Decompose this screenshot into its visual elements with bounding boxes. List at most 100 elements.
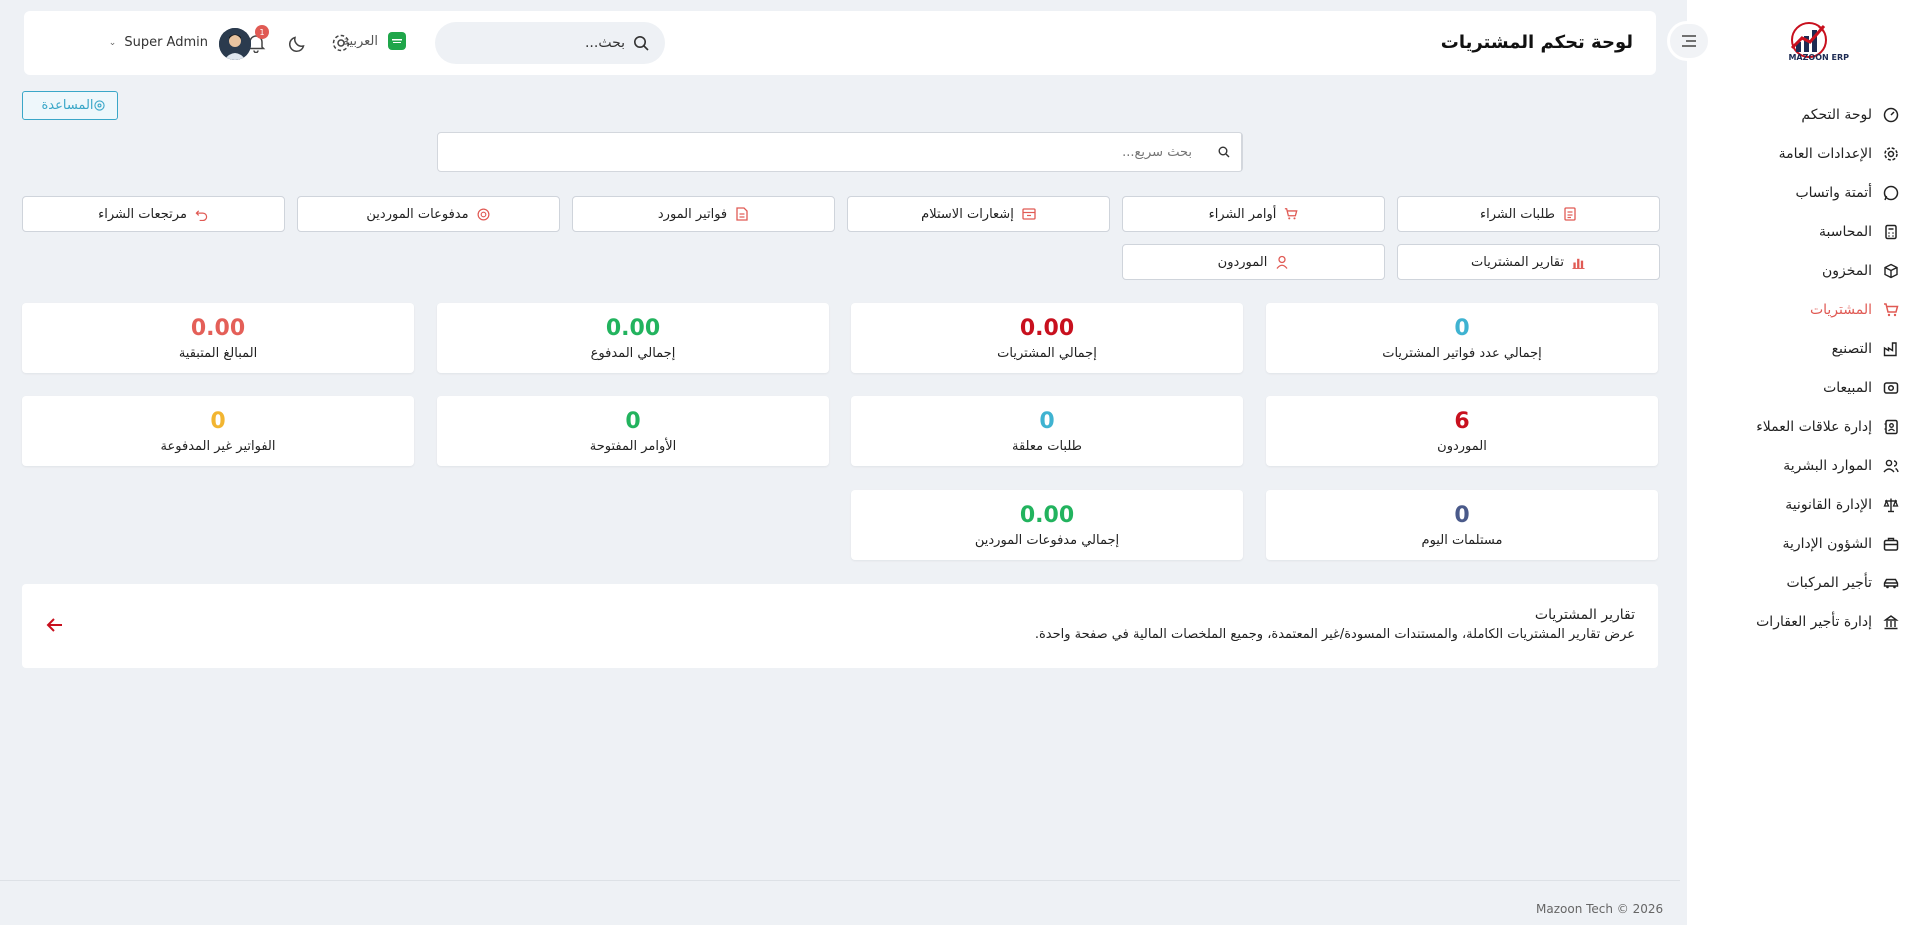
header-search[interactable] <box>435 22 665 64</box>
sidebar-item-dashboard[interactable]: لوحة التحكم <box>1687 95 1920 134</box>
user-icon <box>1275 255 1289 269</box>
document-icon <box>735 207 749 221</box>
stat-card-open-orders: 0 الأوامر المفتوحة <box>437 396 829 466</box>
sidebar-item-label: المشتريات <box>1809 301 1872 318</box>
cart-icon <box>1284 207 1298 221</box>
sidebar-item-label: إدارة علاقات العملاء <box>1756 418 1872 435</box>
bar-chart-icon <box>1572 255 1586 269</box>
purchase-reports-button[interactable]: تقارير المشتريات <box>1397 244 1660 280</box>
user-menu[interactable]: Super Admin ⌄ <box>109 35 208 50</box>
notification-badge: 1 <box>255 25 269 39</box>
sidebar-toggle-button[interactable] <box>1667 21 1711 61</box>
calculator-icon <box>1882 223 1900 241</box>
car-icon <box>1882 574 1900 592</box>
settings-button[interactable] <box>330 32 352 54</box>
stat-value: 0.00 <box>605 315 661 341</box>
user-avatar-icon <box>219 28 251 60</box>
search-icon <box>1218 146 1229 158</box>
quick-search-input[interactable] <box>438 133 1206 171</box>
sidebar-item-purchases[interactable]: المشتريات <box>1687 290 1920 329</box>
stat-label: مستلمات اليوم <box>1421 532 1503 548</box>
search-icon <box>634 36 649 51</box>
purchase-reports-panel[interactable]: تقارير المشتريات عرض تقارير المشتريات ال… <box>22 584 1658 668</box>
footer-copyright: Mazoon Tech © 2026 <box>1536 902 1664 916</box>
link-label: تقارير المشتريات <box>1471 254 1564 270</box>
sidebar-item-label: تأجير المركبات <box>1786 574 1872 591</box>
sidebar-item-property-rental[interactable]: إدارة تأجير العقارات <box>1687 602 1920 641</box>
sidebar: MAZOON ERP لوحة التحكم الإعدادات العامة … <box>1687 0 1920 925</box>
sidebar-item-whatsapp[interactable]: أتمتة واتساب <box>1687 173 1920 212</box>
stat-card-total-invoices: 0 إجمالي عدد فواتير المشتريات <box>1266 303 1658 373</box>
whatsapp-icon <box>1882 184 1900 202</box>
stat-value: 0.00 <box>1019 502 1075 528</box>
link-label: أوامر الشراء <box>1208 206 1277 222</box>
avatar[interactable] <box>219 28 251 60</box>
link-label: فواتير المورد <box>657 206 728 222</box>
theme-toggle-button[interactable] <box>287 32 309 54</box>
quick-search <box>437 132 1243 172</box>
sidebar-item-accounting[interactable]: المحاسبة <box>1687 212 1920 251</box>
report-description: عرض تقارير المشتريات الكاملة، والمستندات… <box>1034 627 1635 642</box>
logo-text: MAZOON ERP <box>1788 53 1849 62</box>
sidebar-item-label: الإدارة القانونية <box>1785 496 1872 513</box>
box-icon <box>1882 262 1900 280</box>
purchase-requests-button[interactable]: طلبات الشراء <box>1397 196 1660 232</box>
stat-label: الموردون <box>1437 438 1487 454</box>
contacts-icon <box>1882 418 1900 436</box>
help-icon <box>93 100 105 111</box>
supplier-payments-button[interactable]: مدفوعات الموردين <box>297 196 560 232</box>
building-icon <box>1882 613 1900 631</box>
help-label: المساعدة <box>41 98 94 113</box>
stat-value: 0 <box>625 408 641 434</box>
stat-card-total-paid: 0.00 إجمالي المدفوع <box>437 303 829 373</box>
arrow-left-icon[interactable] <box>44 614 66 636</box>
sidebar-item-crm[interactable]: إدارة علاقات العملاء <box>1687 407 1920 446</box>
link-label: مدفوعات الموردين <box>366 206 469 222</box>
purchase-orders-button[interactable]: أوامر الشراء <box>1122 196 1385 232</box>
stat-value: 0 <box>1039 408 1055 434</box>
sidebar-item-label: لوحة التحكم <box>1801 106 1872 123</box>
stat-value: 0 <box>210 408 226 434</box>
stat-value: 0 <box>1454 502 1470 528</box>
sidebar-item-settings[interactable]: الإعدادات العامة <box>1687 134 1920 173</box>
stat-value: 0.00 <box>1019 315 1075 341</box>
sidebar-item-hr[interactable]: الموارد البشرية <box>1687 446 1920 485</box>
gear-icon <box>332 34 350 52</box>
header-search-input[interactable] <box>455 35 625 51</box>
stat-label: طلبات معلقة <box>1012 438 1082 454</box>
user-name: Super Admin <box>124 35 208 50</box>
users-icon <box>1882 457 1900 475</box>
stat-label: إجمالي عدد فواتير المشتريات <box>1382 345 1542 361</box>
supplier-invoices-button[interactable]: فواتير المورد <box>572 196 835 232</box>
chevron-down-icon: ⌄ <box>108 37 117 48</box>
link-label: إشعارات الاستلام <box>921 206 1014 222</box>
stat-card-total-purchases: 0.00 إجمالي المشتريات <box>851 303 1243 373</box>
quick-search-button[interactable] <box>1206 133 1242 171</box>
sidebar-item-manufacturing[interactable]: التصنيع <box>1687 329 1920 368</box>
sidebar-item-sales[interactable]: المبيعات <box>1687 368 1920 407</box>
suppliers-button[interactable]: الموردون <box>1122 244 1385 280</box>
briefcase-icon <box>1882 535 1900 553</box>
moon-icon <box>289 36 305 52</box>
stat-label: الفواتير غير المدفوعة <box>160 438 276 454</box>
receipt-notices-button[interactable]: إشعارات الاستلام <box>847 196 1110 232</box>
menu-icon <box>1682 35 1696 47</box>
flag-icon <box>388 32 406 50</box>
sidebar-item-inventory[interactable]: المخزون <box>1687 251 1920 290</box>
stat-card-remaining-amounts: 0.00 المبالغ المتبقية <box>22 303 414 373</box>
help-button[interactable]: المساعدة <box>22 91 118 120</box>
sidebar-item-label: أتمتة واتساب <box>1795 184 1872 201</box>
sales-icon <box>1882 379 1900 397</box>
link-label: مرتجعات الشراء <box>98 206 187 222</box>
stat-card-suppliers: 6 الموردون <box>1266 396 1658 466</box>
sidebar-item-legal[interactable]: الإدارة القانونية <box>1687 485 1920 524</box>
sidebar-item-vehicle-rental[interactable]: تأجير المركبات <box>1687 563 1920 602</box>
factory-icon <box>1882 340 1900 358</box>
purchase-returns-button[interactable]: مرتجعات الشراء <box>22 196 285 232</box>
report-title: تقارير المشتريات <box>1534 607 1635 623</box>
stat-card-pending-requests: 0 طلبات معلقة <box>851 396 1243 466</box>
stat-value: 0 <box>1454 315 1470 341</box>
stat-card-unpaid-invoices: 0 الفواتير غير المدفوعة <box>22 396 414 466</box>
sidebar-item-admin-affairs[interactable]: الشؤون الإدارية <box>1687 524 1920 563</box>
stat-card-today-receipts: 0 مستلمات اليوم <box>1266 490 1658 560</box>
